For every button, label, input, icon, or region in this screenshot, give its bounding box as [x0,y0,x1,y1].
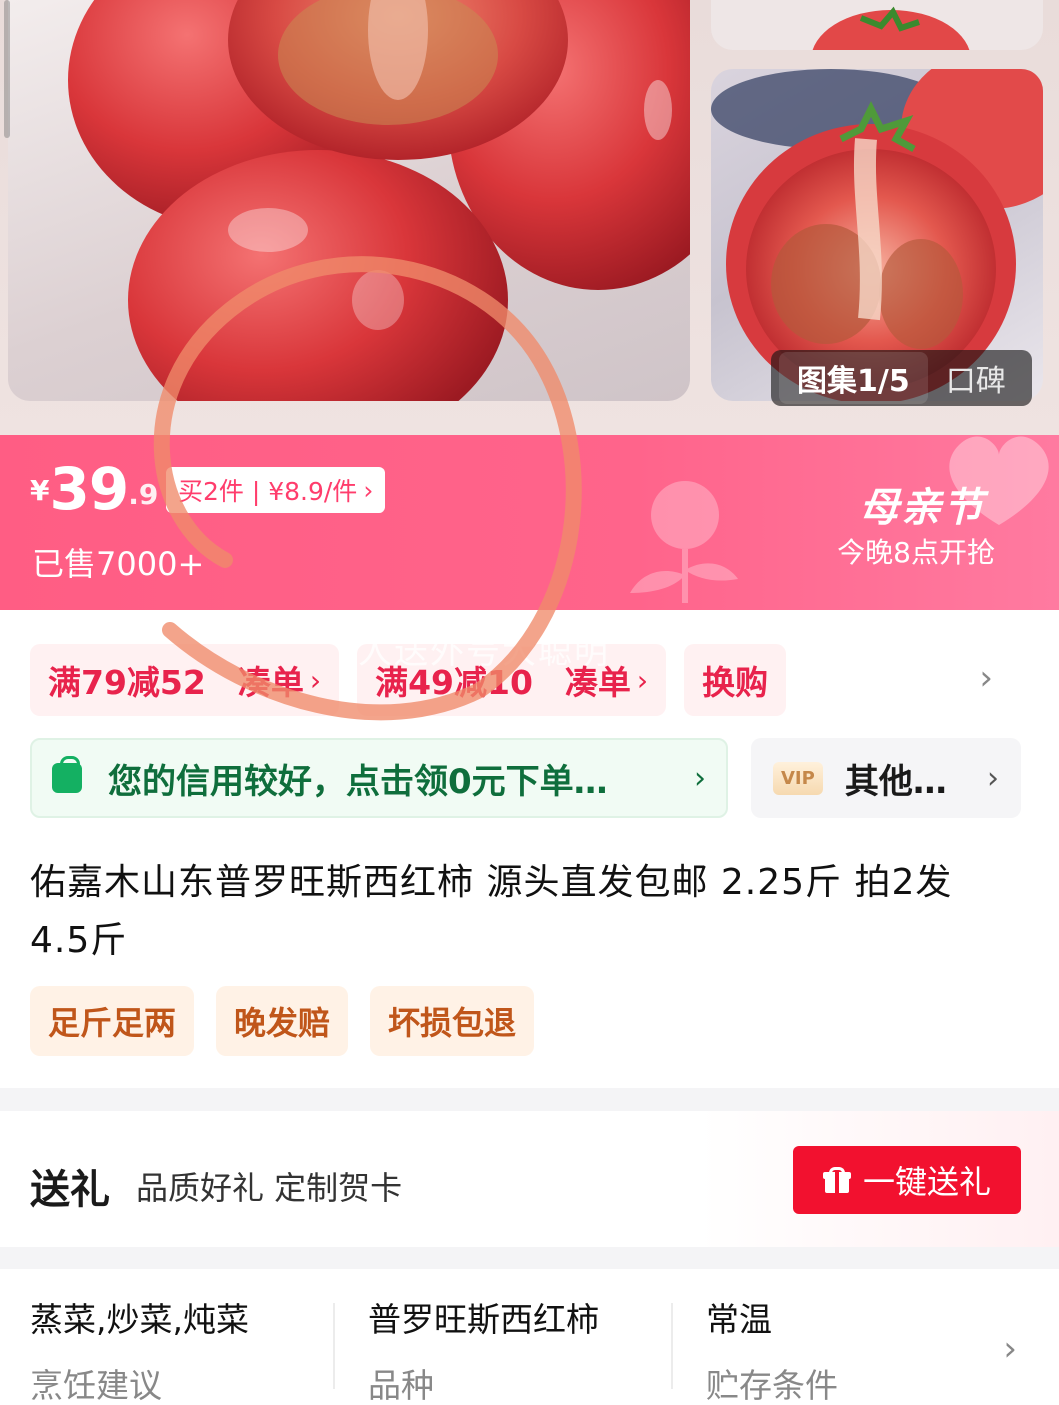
bundle-offer-text: 买2件 | ¥8.9/件 [178,477,358,506]
spec-label: 烹饪建议 [30,1366,162,1405]
rose-icon [630,481,738,603]
chevron-right-icon[interactable]: › [979,658,993,698]
sold-count: 已售7000+ [32,545,205,583]
product-info-card: 满79减52 凑单 › 满49减10 凑单 › 换购 › 您的信用较好，点击领0… [0,610,1059,1088]
credit-offer-banner[interactable]: 您的信用较好，点击领0元下单… › [30,738,728,818]
service-tag[interactable]: 足斤足两 [30,986,195,1056]
spec-item: 蒸菜,炒菜,炖菜 烹饪建议 [30,1293,249,1405]
gallery-counter-tabs[interactable]: 图集1/5 口碑 [771,350,1032,406]
tab-reviews[interactable]: 口碑 [928,352,1024,404]
spec-card[interactable]: 蒸菜,炒菜,炖菜 烹饪建议 普罗旺斯西红柿 品种 常温 贮存条件 › [0,1269,1059,1405]
currency-symbol: ¥ [30,474,50,507]
bundle-offer-chip[interactable]: 买2件 | ¥8.9/件 › [166,467,386,513]
gallery-counter[interactable]: 图集1/5 [779,352,928,404]
divider [671,1303,673,1389]
price: ¥ 39 .9 [30,459,158,519]
service-tag[interactable]: 坏损包退 [370,986,535,1056]
promo-action: 凑单 [237,663,304,702]
send-gift-button[interactable]: 一键送礼 [793,1146,1021,1214]
price-decimal: .9 [128,478,159,511]
vip-badge-icon: VIP [773,761,823,795]
price-integer: 39 [49,455,129,523]
gallery-thumbnail[interactable] [711,0,1043,50]
vip-offer-text: 其他… [844,761,947,802]
shopping-bag-icon [52,756,82,793]
spec-label: 品种 [368,1366,434,1405]
service-tag[interactable]: 晚发赔 [216,986,349,1056]
price-banner: ¥ 39 .9 买2件 | ¥8.9/件 › 已售7000+ 母亲节 今晚8点开… [0,435,1059,610]
vip-offer-button[interactable]: VIP 其他… › [751,738,1021,818]
product-title: 佑嘉木山东普罗旺斯西红柿 源头直发包邮 2.25斤 拍2发4.5斤 [30,862,953,961]
spec-value: 普罗旺斯西红柿 [368,1300,599,1339]
main-product-image[interactable] [8,0,690,401]
spec-label: 贮存条件 [706,1366,838,1405]
gallery-scroll-indicator [4,0,10,138]
gift-icon [822,1167,851,1193]
credit-offer-text: 您的信用较好，点击领0元下单… [108,761,608,802]
spec-item: 常温 贮存条件 [706,1293,838,1405]
spec-value: 常温 [706,1300,772,1339]
chevron-right-icon: › [363,475,374,505]
festival-title: 母亲节 [859,485,985,531]
divider [333,1303,335,1389]
service-tags: 足斤足两 晚发赔 坏损包退 [30,986,535,1056]
chevron-right-icon: › [694,760,706,796]
gift-card: 送礼 品质好礼 定制贺卡 一键送礼 [0,1111,1059,1247]
spec-value: 蒸菜,炒菜,炖菜 [30,1300,249,1339]
product-detail-page: 图集1/5 口碑 ¥ 39 .9 买2件 | ¥8.9/件 › 已售7000+ … [0,0,1059,1405]
tomato-photo-thumb [812,6,970,50]
promo-chip[interactable]: 满79减52 凑单 › [30,644,340,716]
festival-subtitle: 今晚8点开抢 [837,536,995,569]
gift-title: 送礼 [30,1167,110,1213]
chevron-right-icon: › [636,663,649,697]
promo-label: 满79减52 [48,663,206,702]
send-gift-label: 一键送礼 [862,1163,991,1201]
promo-label: 换购 [702,663,769,702]
promo-chip-exchange[interactable]: 换购 [684,644,787,716]
spec-item: 普罗旺斯西红柿 品种 [368,1293,599,1405]
chevron-right-icon: › [987,760,999,796]
gift-subtitle: 品质好礼 定制贺卡 [136,1169,403,1207]
chevron-right-icon[interactable]: › [1003,1329,1017,1369]
tomato-photo-main [68,0,690,401]
watermark-text: 人送外号大聪明 [358,632,610,672]
image-gallery[interactable]: 图集1/5 口碑 [0,0,1059,435]
chevron-right-icon: › [309,663,322,697]
